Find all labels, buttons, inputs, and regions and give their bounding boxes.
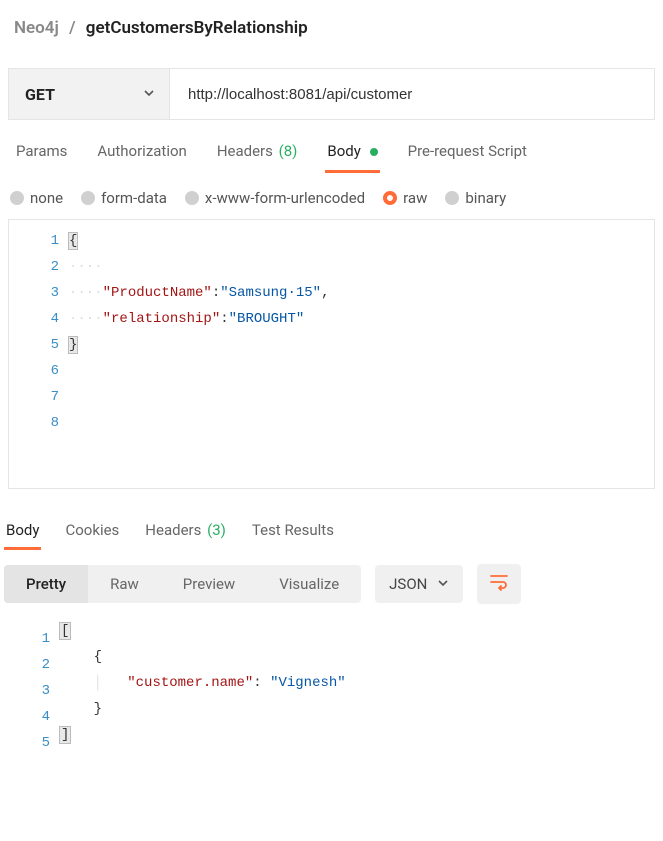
radio-icon (185, 191, 199, 205)
line-gutter: 12345678 (9, 220, 69, 488)
tab-body-label: Body (327, 142, 360, 160)
radio-raw[interactable]: raw (383, 189, 427, 207)
tab-body[interactable]: Body (325, 142, 379, 173)
radio-binary[interactable]: binary (445, 189, 506, 207)
rtab-headers-label: Headers (145, 521, 201, 539)
response-tabs: Body Cookies Headers (3) Test Results (0, 489, 663, 550)
url-input[interactable] (169, 69, 654, 119)
wrap-lines-button[interactable] (477, 564, 521, 604)
radio-icon (81, 191, 95, 205)
breadcrumb-leaf: getCustomersByRelationship (86, 18, 308, 38)
response-gutter: 12345 (0, 618, 60, 764)
tab-headers[interactable]: Headers (8) (215, 142, 300, 173)
tab-headers-count: (8) (279, 142, 298, 160)
radio-icon (10, 191, 24, 205)
rtab-body[interactable]: Body (4, 521, 41, 550)
format-label: JSON (389, 575, 427, 593)
radio-label: x-www-form-urlencoded (205, 189, 365, 207)
radio-icon (383, 191, 397, 205)
chevron-down-icon (143, 87, 155, 102)
view-preview[interactable]: Preview (161, 565, 257, 603)
request-row: GET (8, 68, 655, 120)
body-editor[interactable]: 12345678 {········"ProductName":"Samsung… (8, 219, 655, 489)
tab-headers-label: Headers (217, 142, 273, 160)
tab-prerequest[interactable]: Pre-request Script (406, 142, 529, 173)
request-tabs: Params Authorization Headers (8) Body Pr… (0, 120, 663, 173)
radio-none[interactable]: none (10, 189, 63, 207)
view-raw[interactable]: Raw (88, 565, 161, 603)
tab-params[interactable]: Params (14, 142, 69, 173)
body-type-radios: none form-data x-www-form-urlencoded raw… (0, 173, 663, 219)
view-mode-segment: Pretty Raw Preview Visualize (4, 565, 361, 603)
view-visualize[interactable]: Visualize (257, 565, 361, 603)
unsaved-dot-icon (370, 148, 378, 156)
response-code[interactable]: [ { │ "customer.name": "Vignesh" }] (60, 618, 346, 764)
rtab-headers-count: (3) (207, 521, 226, 539)
radio-icon (445, 191, 459, 205)
format-select[interactable]: JSON (375, 565, 463, 603)
chevron-down-icon (437, 575, 449, 593)
breadcrumb-sep: / (63, 18, 81, 38)
breadcrumb-root[interactable]: Neo4j (14, 18, 59, 38)
rtab-tests[interactable]: Test Results (250, 521, 336, 550)
view-pretty[interactable]: Pretty (4, 565, 88, 603)
wrap-icon (489, 573, 509, 596)
radio-label: binary (465, 189, 506, 207)
radio-label: none (30, 189, 63, 207)
response-body[interactable]: 12345 [ { │ "customer.name": "Vignesh" }… (0, 614, 663, 764)
code-area[interactable]: {········"ProductName":"Samsung·15",····… (69, 220, 654, 488)
rtab-cookies[interactable]: Cookies (63, 521, 121, 550)
rtab-headers[interactable]: Headers (3) (143, 521, 228, 550)
breadcrumb: Neo4j / getCustomersByRelationship (0, 0, 663, 56)
radio-label: form-data (101, 189, 167, 207)
method-select[interactable]: GET (9, 69, 169, 119)
tab-authorization[interactable]: Authorization (95, 142, 188, 173)
radio-formdata[interactable]: form-data (81, 189, 167, 207)
response-toolbar: Pretty Raw Preview Visualize JSON (0, 550, 663, 614)
method-label: GET (25, 85, 55, 104)
radio-label: raw (403, 189, 427, 207)
radio-urlencoded[interactable]: x-www-form-urlencoded (185, 189, 365, 207)
